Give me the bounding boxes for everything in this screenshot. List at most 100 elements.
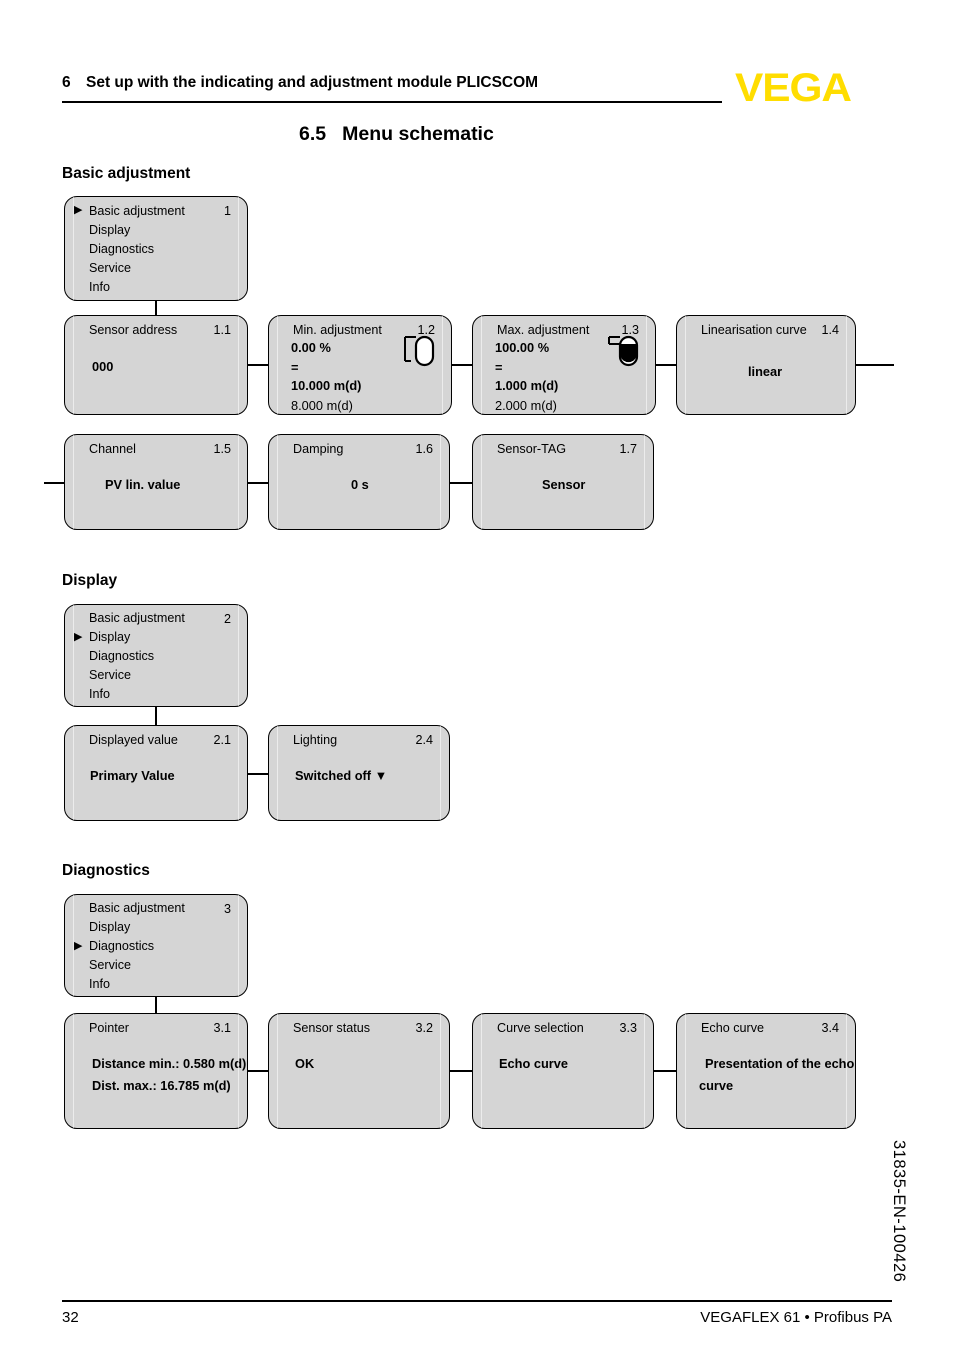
box-sensor-tag[interactable]: Sensor-TAG 1.7 Sensor (472, 434, 654, 530)
menu-box-id: 1 (223, 204, 231, 218)
box-title: Min. adjustment (293, 323, 382, 337)
chapter-title: Set up with the indicating and adjustmen… (86, 74, 539, 91)
menu-box-basic[interactable]: ▶ Basic adjustment 1 Display Diagnostics… (64, 196, 248, 301)
selection-caret-icon: ▶ (74, 631, 83, 643)
box-title: Displayed value (89, 733, 178, 747)
box-value-line2: curve (699, 1078, 734, 1093)
menu-item-basic-adjustment[interactable]: Basic adjustment (89, 204, 185, 218)
box-value-distance: 1.000 m(d) (495, 378, 559, 393)
menu-item-diagnostics[interactable]: Diagnostics (89, 939, 154, 953)
connector-wrap-left-to-15 (44, 482, 66, 484)
menu-item-service[interactable]: Service (89, 958, 131, 972)
box-title: Damping (293, 442, 344, 456)
box-value-equals: = (495, 360, 503, 375)
group-heading-display: Display (62, 572, 118, 589)
section-number: 6.5 (299, 123, 327, 145)
connector-menu2-to-21 (155, 707, 157, 727)
box-title: Sensor address (89, 323, 178, 337)
group-heading-diagnostics: Diagnostics (62, 862, 150, 879)
connector-15-to-16 (248, 482, 270, 484)
box-title: Pointer (89, 1021, 129, 1035)
menu-box-id: 3 (223, 902, 231, 916)
box-id: 2.4 (415, 733, 433, 747)
box-value: Switched off ▼ (295, 768, 388, 783)
group-heading-basic-adjustment: Basic adjustment (62, 165, 191, 182)
page-title: 6.5 Menu schematic (299, 123, 494, 146)
box-value: Primary Value (90, 768, 175, 783)
box-title: Sensor-TAG (497, 442, 567, 456)
box-value-distance-max: Dist. max.: 16.785 m(d) (92, 1078, 231, 1093)
menu-item-service[interactable]: Service (89, 261, 131, 275)
menu-box-display[interactable]: Basic adjustment 2 ▶ Display Diagnostics… (64, 604, 248, 707)
menu-item-diagnostics[interactable]: Diagnostics (89, 649, 154, 663)
product-name: VEGAFLEX 61 • Profibus PA (700, 1309, 892, 1326)
box-min-adjustment[interactable]: Min. adjustment 1.2 0.00 % = 10.000 m(d)… (268, 315, 452, 415)
box-title: Channel (89, 442, 136, 456)
box-damping[interactable]: Damping 1.6 0 s (268, 434, 450, 530)
box-sensor-status[interactable]: Sensor status 3.2 OK (268, 1013, 450, 1129)
box-title: Max. adjustment (497, 323, 590, 337)
box-value-distance: 10.000 m(d) (291, 378, 362, 393)
box-value-percent: 0.00 % (291, 340, 331, 355)
menu-item-diagnostics[interactable]: Diagnostics (89, 242, 154, 256)
menu-item-display[interactable]: Display (89, 920, 130, 934)
connector-14-wrap-right (856, 364, 894, 366)
menu-item-basic-adjustment[interactable]: Basic adjustment (89, 611, 185, 625)
box-title: Linearisation curve (701, 323, 807, 337)
box-id: 3.2 (415, 1021, 433, 1035)
menu-item-basic-adjustment[interactable]: Basic adjustment (89, 901, 185, 915)
connector-31-to-32 (248, 1070, 270, 1072)
box-displayed-value[interactable]: Displayed value 2.1 Primary Value (64, 725, 248, 821)
box-id: 1.6 (415, 442, 433, 456)
page-number: 32 (62, 1309, 79, 1326)
menu-item-info[interactable]: Info (89, 977, 110, 991)
menu-box-id: 2 (223, 612, 231, 626)
box-id: 3.3 (619, 1021, 637, 1035)
document-number: 31835-EN-100426 (890, 1140, 908, 1283)
box-value: 0 s (351, 477, 369, 492)
box-id: 1.1 (213, 323, 231, 337)
box-channel[interactable]: Channel 1.5 PV lin. value (64, 434, 248, 530)
menu-item-info[interactable]: Info (89, 687, 110, 701)
menu-item-service[interactable]: Service (89, 668, 131, 682)
connector-11-to-12 (248, 364, 270, 366)
connector-33-to-34 (654, 1070, 676, 1072)
page-header: 6 Set up with the indicating and adjustm… (62, 66, 892, 114)
box-title: Lighting (293, 733, 338, 747)
box-value: Sensor (542, 477, 586, 492)
menu-item-info[interactable]: Info (89, 280, 110, 294)
box-max-adjustment[interactable]: Max. adjustment 1.3 100.00 % = 1.000 m(d… (472, 315, 656, 415)
box-linearisation-curve[interactable]: Linearisation curve 1.4 linear (676, 315, 856, 415)
connector-21-to-24 (248, 773, 270, 775)
box-value-current: 2.000 m(d) (495, 398, 557, 413)
box-id: 2.1 (213, 733, 231, 747)
box-title: Echo curve (701, 1021, 764, 1035)
footer-divider (62, 1300, 892, 1302)
menu-box-diagnostics[interactable]: Basic adjustment 3 Display ▶ Diagnostics… (64, 894, 248, 997)
box-curve-selection[interactable]: Curve selection 3.3 Echo curve (472, 1013, 654, 1129)
box-title: Curve selection (497, 1021, 584, 1035)
box-lighting[interactable]: Lighting 2.4 Switched off ▼ (268, 725, 450, 821)
connector-12-to-13 (452, 364, 474, 366)
box-id: 3.4 (821, 1021, 839, 1035)
connector-32-to-33 (450, 1070, 472, 1072)
menu-item-display[interactable]: Display (89, 223, 130, 237)
box-value-equals: = (291, 360, 299, 375)
menu-item-display[interactable]: Display (89, 630, 130, 644)
box-echo-curve[interactable]: Echo curve 3.4 Presentation of the echo … (676, 1013, 856, 1129)
selection-caret-icon: ▶ (74, 940, 83, 952)
vega-logo: VEGA (735, 66, 852, 110)
box-sensor-address[interactable]: Sensor address 1.1 000 (64, 315, 248, 415)
selection-caret-icon: ▶ (74, 204, 83, 216)
connector-13-to-14 (656, 364, 678, 366)
chapter-number: 6 (62, 74, 71, 91)
section-title-text: Menu schematic (342, 123, 494, 145)
connector-16-to-17 (450, 482, 472, 484)
box-pointer[interactable]: Pointer 3.1 Distance min.: 0.580 m(d) Di… (64, 1013, 248, 1129)
box-value: OK (295, 1056, 315, 1071)
box-id: 3.1 (213, 1021, 231, 1035)
vessel-min-icon (397, 332, 441, 372)
box-value-current: 8.000 m(d) (291, 398, 353, 413)
box-value: Echo curve (499, 1056, 568, 1071)
box-value-distance-min: Distance min.: 0.580 m(d) (92, 1056, 247, 1071)
